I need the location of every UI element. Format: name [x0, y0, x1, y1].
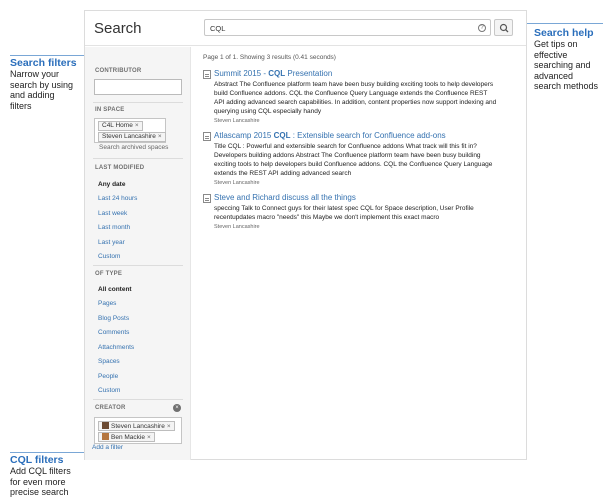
add-filter-link[interactable]: Add a filter: [92, 444, 123, 451]
creator-tag[interactable]: Steven Lancashire ×: [98, 421, 175, 431]
page-icon: [203, 194, 211, 203]
callout-title: CQL filters: [10, 454, 64, 466]
search-header: Search CQL ?: [85, 11, 526, 46]
space-tag[interactable]: C4L Home ×: [98, 121, 143, 131]
callout-line: for even more: [10, 476, 66, 487]
avatar: [102, 433, 109, 440]
title-highlight: CQL: [273, 131, 291, 140]
result-author: Steven Lancashire: [214, 224, 260, 230]
result-excerpt-line: querying using CQL especially handy: [214, 108, 322, 115]
option-blog-posts[interactable]: Blog Posts: [98, 315, 129, 322]
result-excerpt-line: API adding advanced search capabilities.…: [214, 99, 497, 106]
filter-sidebar: CONTRIBUTOR IN SPACE C4L Home × Steven La…: [85, 47, 191, 460]
title-text: Presentation: [285, 69, 333, 78]
option-custom-type[interactable]: Custom: [98, 387, 120, 394]
divider: [93, 265, 183, 266]
callout-line: search by using: [10, 79, 74, 90]
remove-icon[interactable]: ×: [158, 133, 162, 140]
callout-line: and adding: [10, 90, 55, 100]
option-last-month[interactable]: Last month: [98, 224, 130, 231]
of-type-heading: OF TYPE: [95, 271, 123, 277]
callout-cql-filters: CQL filters Add CQL filters for even mor…: [10, 454, 90, 498]
callout-line: Narrow your: [10, 69, 60, 79]
callout-line: searching and: [534, 60, 591, 70]
divider: [93, 158, 183, 159]
search-archived-spaces-link[interactable]: Search archived spaces: [99, 144, 168, 151]
option-last-year[interactable]: Last year: [98, 239, 125, 246]
result-excerpt-line: speccing Talk to Connect guys for their …: [214, 205, 474, 212]
last-modified-heading: LAST MODIFIED: [95, 165, 145, 171]
option-last-week[interactable]: Last week: [98, 210, 127, 217]
search-panel: Search CQL ? CONTRIBUTOR IN SPACE C4L Ho…: [84, 10, 527, 460]
remove-icon[interactable]: ×: [135, 122, 139, 129]
page-icon: [203, 70, 211, 79]
search-button[interactable]: [494, 19, 513, 36]
avatar: [102, 422, 109, 429]
results-summary: Page 1 of 1. Showing 3 results (0.41 sec…: [203, 54, 336, 61]
help-icon[interactable]: ?: [478, 24, 486, 32]
result-excerpt-line: Developers building addons Abstract The …: [214, 152, 481, 159]
callout-line: filters: [10, 100, 32, 111]
callout-search-help: Search help Get tips on effective search…: [534, 27, 604, 92]
result-excerpt-line: Title CQL : Powerful and extensible sear…: [214, 143, 477, 150]
clear-filter-icon[interactable]: ×: [173, 404, 181, 412]
creator-tag[interactable]: Ben Mackie ×: [98, 432, 155, 442]
callout-line: Get tips on: [534, 39, 578, 49]
page-icon: [203, 132, 211, 141]
option-people[interactable]: People: [98, 373, 118, 380]
title-text: : Extensible search for Confluence add-o…: [290, 131, 446, 140]
tag-label: Ben Mackie: [111, 434, 145, 441]
callout-line: search methods: [534, 81, 599, 91]
contributor-heading: CONTRIBUTOR: [95, 68, 142, 74]
title-text: Summit 2015 -: [214, 69, 269, 78]
callout-title: Search help: [534, 27, 594, 39]
callout-title: Search filters: [10, 57, 77, 69]
contributor-input[interactable]: [94, 79, 182, 95]
title-text: Atlascamp 2015: [214, 131, 274, 140]
option-attachments[interactable]: Attachments: [98, 344, 134, 351]
result-title-link[interactable]: Atlascamp 2015 CQL : Extensible search f…: [214, 131, 446, 140]
callout-connector: [10, 452, 90, 453]
tag-label: Steven Lancashire: [102, 133, 156, 140]
option-spaces[interactable]: Spaces: [98, 358, 120, 365]
result-title-link[interactable]: Summit 2015 - CQL Presentation: [214, 69, 332, 78]
remove-icon[interactable]: ×: [167, 423, 171, 430]
in-space-heading: IN SPACE: [95, 107, 125, 113]
result-excerpt-line: Abstract The Confluence platform team ha…: [214, 81, 494, 88]
option-pages[interactable]: Pages: [98, 300, 116, 307]
callout-line: Add CQL filters: [10, 466, 71, 476]
result-author: Steven Lancashire: [214, 180, 260, 186]
result-excerpt-line: build Confluence addons. CQL the Conflue…: [214, 90, 488, 97]
result-excerpt-line: extends the REST API adding advanced sea…: [214, 170, 352, 177]
divider: [93, 102, 183, 103]
result-author: Steven Lancashire: [214, 118, 260, 124]
divider: [93, 399, 183, 400]
remove-icon[interactable]: ×: [147, 434, 151, 441]
space-tag[interactable]: Steven Lancashire ×: [98, 132, 166, 142]
search-icon: [499, 23, 509, 33]
option-comments[interactable]: Comments: [98, 329, 129, 336]
page-title: Search: [94, 20, 142, 37]
search-input[interactable]: CQL: [204, 19, 491, 36]
option-custom-date[interactable]: Custom: [98, 253, 120, 260]
tag-label: C4L Home: [102, 122, 133, 129]
callout-line: advanced: [534, 70, 574, 81]
option-any-date[interactable]: Any date: [98, 181, 125, 188]
title-text: Steve and Richard discuss all the things: [214, 193, 356, 202]
title-highlight: CQL: [268, 69, 286, 78]
callout-line: precise search: [10, 487, 69, 497]
callout-search-filters: Search filters Narrow your search by usi…: [10, 57, 88, 111]
option-all-content[interactable]: All content: [98, 286, 132, 293]
space-tag-box[interactable]: C4L Home × Steven Lancashire ×: [94, 118, 166, 143]
result-excerpt-line: exciting tools to help developers build …: [214, 161, 493, 168]
result-excerpt-line: recentupdates macro "needs" this Maybe w…: [214, 214, 440, 221]
callout-line: effective: [534, 49, 568, 60]
option-last-24-hours[interactable]: Last 24 hours: [98, 195, 137, 202]
creator-tag-box[interactable]: Steven Lancashire × Ben Mackie ×: [94, 417, 182, 444]
creator-heading: CREATOR: [95, 405, 126, 411]
tag-label: Steven Lancashire: [111, 423, 165, 430]
result-title-link[interactable]: Steve and Richard discuss all the things: [214, 193, 356, 202]
